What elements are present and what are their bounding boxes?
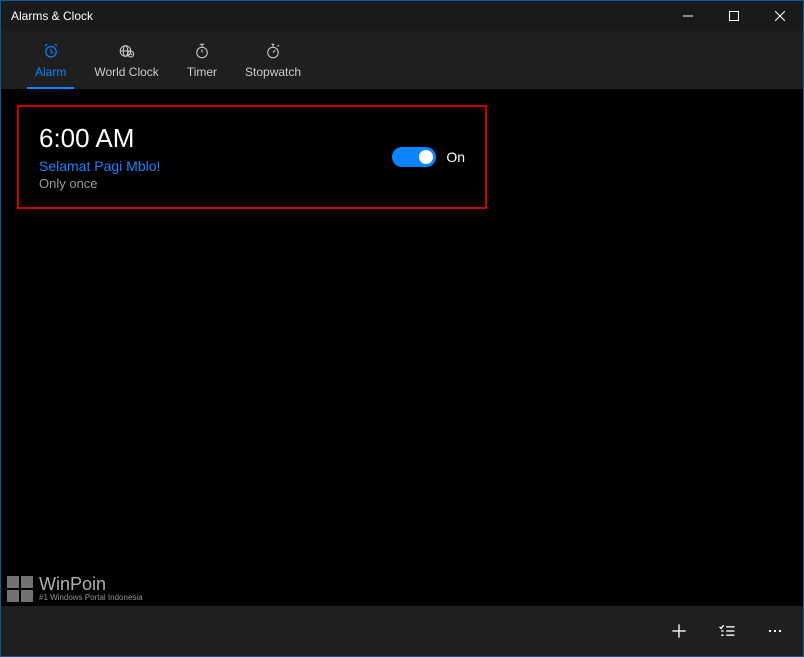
stopwatch-icon xyxy=(264,41,282,61)
alarm-toggle-wrap: On xyxy=(392,147,465,167)
alarm-label: Selamat Pagi Mblo! xyxy=(39,158,160,174)
tab-label: Timer xyxy=(187,65,217,79)
tab-world-clock[interactable]: World Clock xyxy=(80,31,172,89)
bottombar xyxy=(1,606,803,656)
tab-timer[interactable]: Timer xyxy=(173,31,231,89)
select-alarms-button[interactable] xyxy=(703,607,751,655)
window-title: Alarms & Clock xyxy=(11,9,93,23)
toggle-state-label: On xyxy=(446,149,465,165)
world-clock-icon xyxy=(118,41,136,61)
alarm-time: 6:00 AM xyxy=(39,123,160,154)
watermark-text: WinPoin #1 Windows Portal Indonesia xyxy=(39,575,143,602)
timer-icon xyxy=(193,41,211,61)
tab-stopwatch[interactable]: Stopwatch xyxy=(231,31,315,89)
add-alarm-button[interactable] xyxy=(655,607,703,655)
content-area: 6:00 AM Selamat Pagi Mblo! Only once On xyxy=(1,89,803,606)
titlebar: Alarms & Clock xyxy=(1,1,803,31)
tabbar: Alarm World Clock Timer xyxy=(1,31,803,89)
window-controls xyxy=(665,1,803,31)
minimize-button[interactable] xyxy=(665,1,711,31)
tab-label: Stopwatch xyxy=(245,65,301,79)
close-button[interactable] xyxy=(757,1,803,31)
tab-label: World Clock xyxy=(94,65,158,79)
alarm-item[interactable]: 6:00 AM Selamat Pagi Mblo! Only once On xyxy=(17,105,487,209)
alarm-icon xyxy=(42,41,60,61)
watermark-brand: WinPoin xyxy=(39,575,143,593)
more-options-button[interactable] xyxy=(751,607,799,655)
watermark: WinPoin #1 Windows Portal Indonesia xyxy=(1,571,153,606)
alarm-repeat: Only once xyxy=(39,176,160,191)
watermark-tagline: #1 Windows Portal Indonesia xyxy=(39,593,143,602)
tab-label: Alarm xyxy=(35,65,66,79)
tab-alarm[interactable]: Alarm xyxy=(21,31,80,89)
maximize-button[interactable] xyxy=(711,1,757,31)
alarm-toggle[interactable] xyxy=(392,147,436,167)
watermark-logo-icon xyxy=(7,576,33,602)
alarm-info: 6:00 AM Selamat Pagi Mblo! Only once xyxy=(39,123,160,191)
toggle-knob-icon xyxy=(419,150,433,164)
